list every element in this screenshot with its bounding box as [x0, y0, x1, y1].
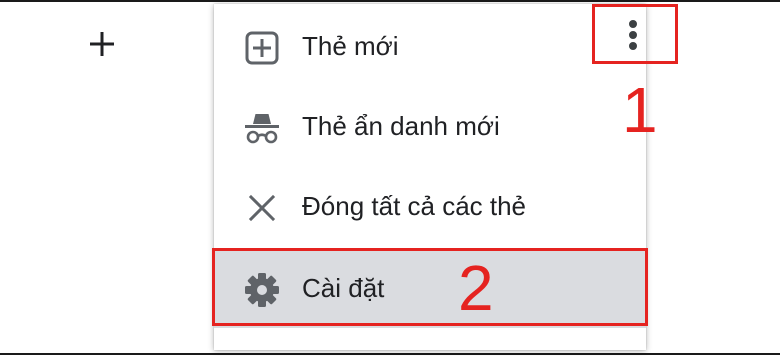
- menu-item-label: Đóng tất cả các thẻ: [302, 191, 527, 221]
- menu-item-new-tab[interactable]: Thẻ mới: [214, 6, 646, 86]
- top-border-line: [0, 0, 780, 2]
- new-tab-plus-button[interactable]: [84, 26, 120, 62]
- bottom-border-line: [0, 353, 780, 355]
- close-icon: [242, 188, 282, 228]
- annotation-step-number-2: 2: [458, 252, 494, 324]
- menu-item-label: Thẻ ẩn danh mới: [302, 111, 500, 141]
- menu-item-close-all-tabs[interactable]: Đóng tất cả các thẻ: [214, 166, 646, 246]
- annotation-step-number-1: 1: [622, 74, 658, 146]
- annotation-highlight-box-1: [592, 4, 678, 64]
- menu-item-label: Thẻ mới: [302, 31, 399, 61]
- menu-item-new-incognito-tab[interactable]: Thẻ ẩn danh mới: [214, 86, 646, 166]
- incognito-icon: [242, 108, 282, 148]
- annotation-highlight-box-2: [212, 248, 648, 326]
- add-box-icon: [242, 28, 282, 68]
- plus-icon: [90, 32, 114, 56]
